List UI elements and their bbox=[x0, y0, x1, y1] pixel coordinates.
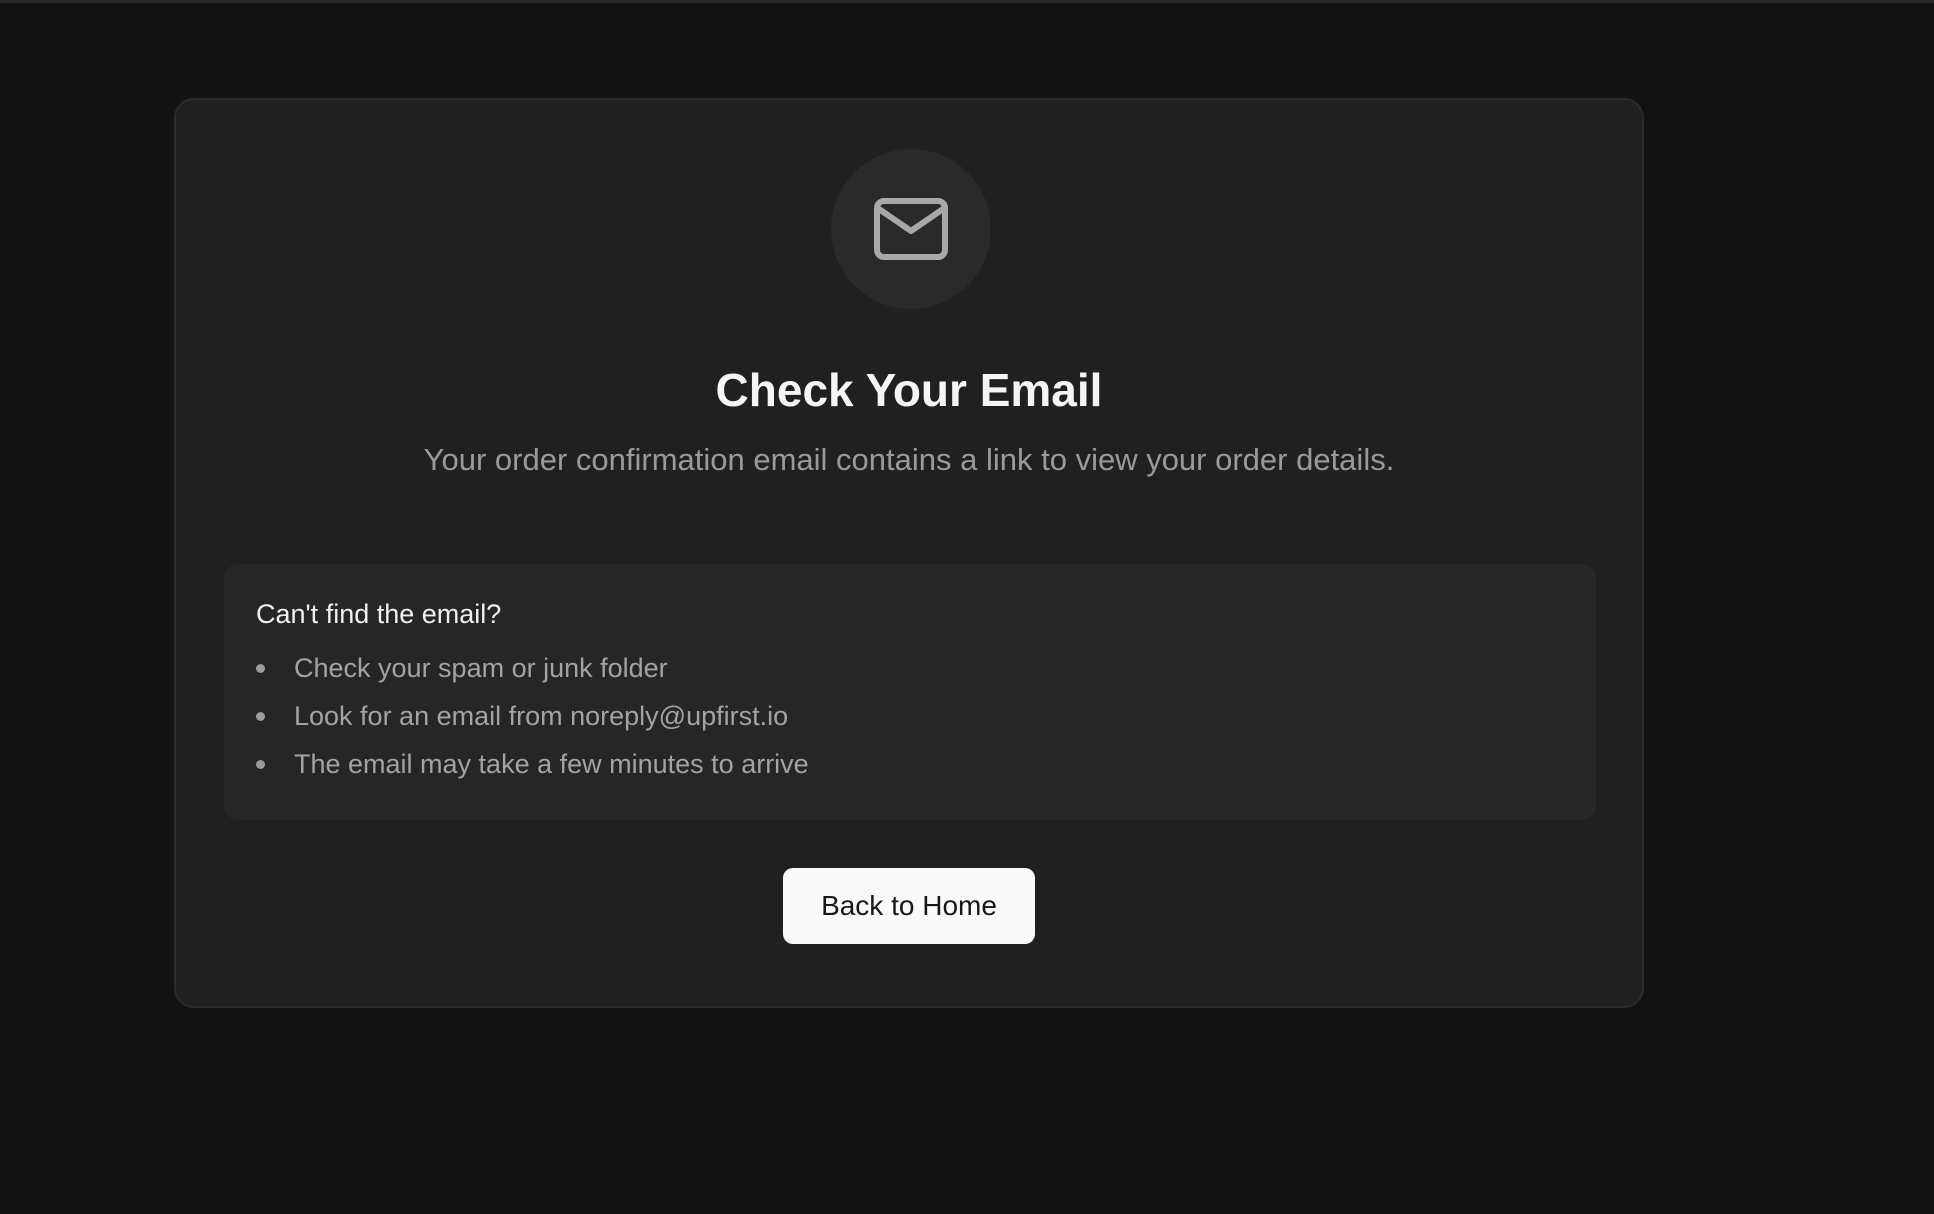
list-item: The email may take a few minutes to arri… bbox=[256, 746, 809, 794]
email-confirmation-card: Check Your Email Your order confirmation… bbox=[174, 98, 1644, 1008]
back-to-home-button[interactable]: Back to Home bbox=[783, 868, 1035, 944]
mail-icon bbox=[874, 198, 948, 260]
help-item-text: Look for an email from noreply@upfirst.i… bbox=[294, 701, 789, 731]
window-top-edge bbox=[0, 0, 1934, 3]
bullet-icon bbox=[256, 664, 265, 673]
help-title: Can't find the email? bbox=[256, 599, 502, 629]
help-item-text: The email may take a few minutes to arri… bbox=[294, 749, 809, 779]
page-subtitle: Your order confirmation email contains a… bbox=[423, 442, 1395, 477]
help-box: Can't find the email? Check your spam or… bbox=[224, 564, 1596, 820]
help-item-text: Check your spam or junk folder bbox=[294, 653, 668, 683]
list-item: Look for an email from noreply@upfirst.i… bbox=[256, 698, 809, 746]
help-list: Check your spam or junk folder Look for … bbox=[256, 650, 809, 794]
page-title: Check Your Email bbox=[715, 364, 1103, 416]
mail-icon-container bbox=[831, 149, 991, 309]
bullet-icon bbox=[256, 712, 265, 721]
list-item: Check your spam or junk folder bbox=[256, 650, 809, 698]
bullet-icon bbox=[256, 760, 265, 769]
